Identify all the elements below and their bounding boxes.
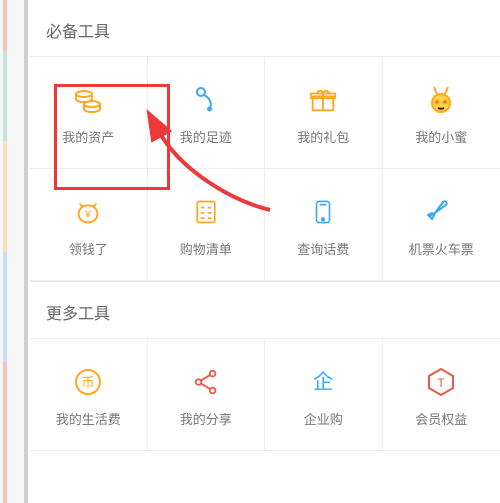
tool-label: 机票火车票 <box>409 239 474 258</box>
svg-text:币: 币 <box>82 375 95 390</box>
more-tools-grid: 币 我的生活费 我的分享 企 企业购 T 会员权益 <box>30 338 500 451</box>
tool-phone-bill[interactable]: 查询话费 <box>265 169 383 281</box>
left-edge-decoration <box>0 0 24 503</box>
svg-text:T: T <box>438 376 446 390</box>
tool-label: 我的资产 <box>62 127 114 146</box>
content: 必备工具 我的资产 我的足迹 我的礼包 <box>30 0 500 451</box>
cat-coin-icon: ¥ <box>71 195 105 229</box>
tool-my-footprint[interactable]: 我的足迹 <box>148 57 266 169</box>
plane-icon <box>424 195 458 229</box>
tool-flight-train[interactable]: 机票火车票 <box>383 169 500 281</box>
section-title-more: 更多工具 <box>30 281 500 338</box>
tool-label: 会员权益 <box>415 409 467 428</box>
coin-bi-icon: 币 <box>71 365 105 399</box>
tool-shopping-list[interactable]: 购物清单 <box>148 169 266 281</box>
enterprise-icon: 企 <box>306 365 340 399</box>
coins-icon <box>71 83 105 117</box>
tool-get-money[interactable]: ¥ 领钱了 <box>30 169 148 281</box>
tool-my-giftpack[interactable]: 我的礼包 <box>265 57 383 169</box>
tool-label: 领钱了 <box>69 239 108 258</box>
bee-icon <box>424 83 458 117</box>
tool-label: 我的礼包 <box>297 127 349 146</box>
checklist-icon <box>189 195 223 229</box>
app-screen: 必备工具 我的资产 我的足迹 我的礼包 <box>0 0 500 503</box>
member-icon: T <box>424 365 458 399</box>
tool-living-expense[interactable]: 币 我的生活费 <box>30 339 148 451</box>
phone-bill-icon <box>306 195 340 229</box>
tool-my-xiaomi[interactable]: 我的小蜜 <box>383 57 500 169</box>
tool-my-share[interactable]: 我的分享 <box>148 339 266 451</box>
tool-label: 我的分享 <box>180 409 232 428</box>
svg-text:¥: ¥ <box>84 210 91 221</box>
tool-member-rights[interactable]: T 会员权益 <box>383 339 500 451</box>
tool-label: 企业购 <box>304 409 343 428</box>
section-title-essential: 必备工具 <box>30 0 500 56</box>
footprint-icon <box>189 83 223 117</box>
tool-label: 购物清单 <box>180 239 232 258</box>
svg-text:企: 企 <box>313 371 334 394</box>
share-icon <box>189 365 223 399</box>
tool-enterprise-buy[interactable]: 企 企业购 <box>265 339 383 451</box>
tool-my-assets[interactable]: 我的资产 <box>30 57 148 169</box>
tool-label: 我的小蜜 <box>415 127 467 146</box>
essential-tools-grid: 我的资产 我的足迹 我的礼包 我的小蜜 <box>30 56 500 281</box>
tool-label: 我的足迹 <box>180 127 232 146</box>
tool-label: 我的生活费 <box>56 409 121 428</box>
gift-icon <box>306 83 340 117</box>
tool-label: 查询话费 <box>297 239 349 258</box>
